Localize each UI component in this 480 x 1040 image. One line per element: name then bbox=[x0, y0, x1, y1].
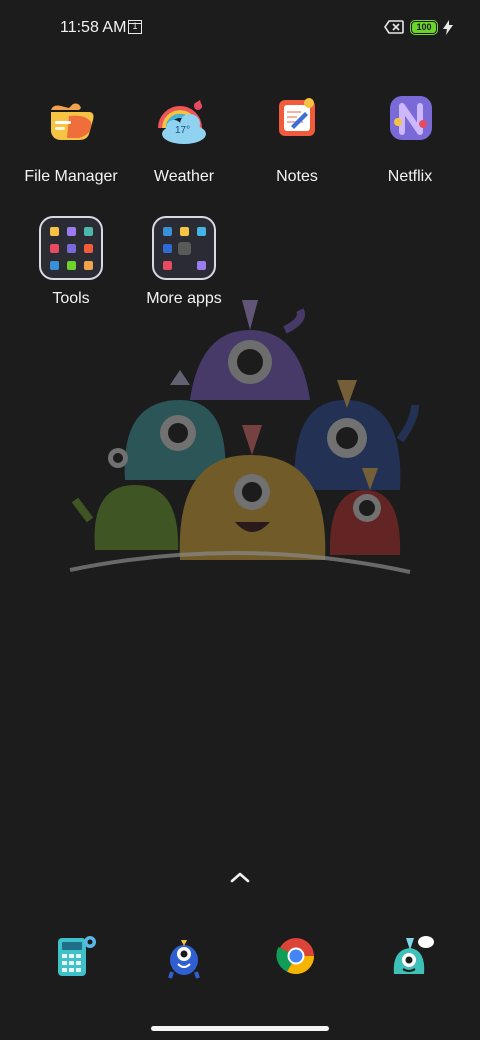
mini-app-icon bbox=[180, 227, 189, 236]
app-weather[interactable]: 17° Weather bbox=[127, 94, 241, 186]
dock-messaging[interactable] bbox=[384, 930, 436, 982]
mini-app-icon bbox=[67, 244, 76, 253]
mini-app-icon bbox=[197, 261, 206, 270]
app-label: Netflix bbox=[387, 168, 433, 185]
chrome-icon bbox=[276, 938, 314, 975]
mini-app-icon bbox=[50, 227, 59, 236]
folder-icon bbox=[152, 216, 216, 280]
mini-app-icon bbox=[84, 227, 93, 236]
settings-gear-icon bbox=[178, 242, 191, 255]
app-drawer-arrow-icon[interactable] bbox=[226, 866, 254, 888]
mini-app-icon bbox=[163, 261, 172, 270]
mini-app-icon bbox=[67, 261, 76, 270]
mini-app-icon bbox=[84, 244, 93, 253]
dock-calculator[interactable] bbox=[52, 930, 104, 982]
dock-monster-app[interactable] bbox=[158, 930, 210, 982]
monster-wallpaper bbox=[69, 300, 419, 574]
app-label: Notes bbox=[276, 168, 318, 185]
mini-app-icon bbox=[197, 227, 206, 236]
clock: 11:58 AM bbox=[60, 19, 127, 36]
mini-app-icon bbox=[67, 227, 76, 236]
file-manager-icon bbox=[39, 94, 103, 158]
charging-bolt-icon bbox=[443, 20, 453, 35]
app-label: File Manager bbox=[24, 168, 118, 185]
mini-app-icon bbox=[163, 244, 172, 253]
battery-icon: 100 bbox=[410, 20, 438, 35]
mini-app-icon bbox=[50, 244, 59, 253]
netflix-icon bbox=[378, 94, 442, 158]
app-netflix[interactable]: Netflix bbox=[353, 94, 467, 186]
gesture-nav-bar[interactable] bbox=[151, 1026, 329, 1031]
app-file-manager[interactable]: File Manager bbox=[14, 94, 128, 186]
mini-app-icon bbox=[163, 227, 172, 236]
folder-icon bbox=[39, 216, 103, 280]
notes-icon bbox=[265, 94, 329, 158]
weather-icon: 17° bbox=[152, 94, 216, 158]
dock-chrome[interactable] bbox=[270, 930, 322, 982]
mini-app-icon bbox=[84, 261, 93, 270]
mini-app-icon bbox=[50, 261, 59, 270]
status-bar: 11:58 AM 1 100 bbox=[0, 0, 480, 56]
app-notes[interactable]: Notes bbox=[240, 94, 354, 186]
monster-app-icon bbox=[168, 940, 200, 979]
calendar-icon: 1 bbox=[128, 20, 142, 34]
calculator-icon bbox=[58, 936, 96, 976]
no-sim-icon bbox=[384, 20, 404, 34]
messaging-monster-icon bbox=[393, 936, 434, 974]
battery-level: 100 bbox=[412, 22, 436, 33]
app-label: Weather bbox=[153, 168, 215, 185]
weather-temp: 17° bbox=[175, 125, 190, 136]
